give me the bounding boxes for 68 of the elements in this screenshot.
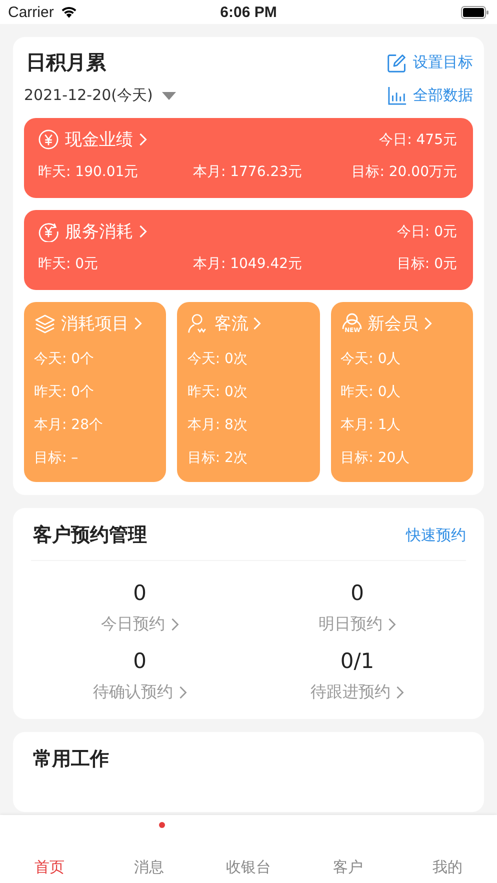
battery-icon (460, 6, 489, 18)
stat-line: 昨天: 0次 (187, 383, 248, 402)
card-title: 消耗项目 (61, 313, 129, 335)
chevron-icon (253, 317, 262, 330)
today-value: 今日: 0元 (396, 222, 457, 240)
stat-line: 本月: 8次 (187, 416, 248, 435)
section-title: 日积月累 (25, 49, 106, 76)
appointment-count: 0 (350, 581, 364, 605)
appointment-count: 0 (133, 649, 146, 673)
yesterday-value: 昨天: 190.01元 (38, 163, 140, 181)
card-title: 客流 (214, 313, 248, 335)
tab-item[interactable]: 我的 (432, 858, 462, 877)
revenue-card[interactable]: 服务消耗 今日: 0元 昨天: 0元 本月: 1049.42元 目标: 0元 (24, 210, 473, 290)
card-title: 服务消耗 (65, 221, 133, 243)
target-value: 目标: 0元 (396, 255, 457, 273)
appointment-link[interactable]: 今日预约 (100, 614, 179, 635)
stat-line: 今天: 0次 (187, 350, 248, 369)
stat-line: 今天: 0个 (34, 350, 96, 369)
chevron-icon (424, 317, 432, 330)
chevron-icon (139, 133, 147, 146)
stat-line: 今天: 0人 (340, 350, 402, 369)
section-title: 客户预约管理 (32, 523, 147, 548)
stat-line: 目标: 20人 (340, 449, 411, 468)
date-dropdown[interactable]: 2021-12-20(今天) (24, 86, 176, 105)
chevron-icon (178, 686, 187, 699)
target-value: 目标: 20.00万元 (350, 163, 457, 181)
chevron-icon (396, 686, 404, 699)
month-value: 本月: 1776.23元 (192, 163, 304, 181)
chevron-icon (170, 618, 179, 631)
appointment-link[interactable]: 待确认预约 (92, 682, 187, 703)
all-data-link[interactable]: 全部数据 (388, 86, 473, 105)
tab-item[interactable]: 消息 (134, 858, 164, 877)
appointment-count: 0/1 (340, 649, 374, 673)
tab-item[interactable]: 收银台 (226, 858, 272, 877)
month-value: 本月: 1049.42元 (192, 255, 304, 273)
stat-line: 昨天: 0人 (340, 383, 402, 402)
status-time: 6:06 PM (220, 4, 277, 20)
chevron-icon (134, 317, 142, 330)
appointment-link[interactable]: 待跟进预约 (310, 682, 404, 703)
carrier-name: Carrier (8, 4, 54, 20)
appointment-count: 0 (133, 581, 146, 605)
tab-item[interactable]: 首页 (34, 858, 65, 877)
yen-icon (38, 129, 59, 150)
revenue-card[interactable]: 现金业绩 今日: 475元 昨天: 190.01元 本月: 1776.23元 目标: 20.00万元 (24, 118, 473, 198)
quick-book-link[interactable]: 快速预约 (406, 526, 466, 544)
yesterday-value: 昨天: 0元 (38, 255, 100, 273)
bar-chart-icon (388, 86, 407, 105)
today-value: 今日: 475元 (379, 130, 457, 148)
stat-line: 昨天: 0个 (34, 383, 96, 402)
chevron-icon (388, 618, 396, 631)
set-goal-link[interactable]: 设置目标 (387, 52, 473, 72)
tab-item[interactable]: 客户 (332, 858, 363, 877)
stat-card[interactable]: 消耗项目 今天: 0个 昨天: 0个 本月: 28个 目标: – (24, 302, 166, 482)
wifi-icon (60, 5, 78, 19)
stat-line: 目标: 2次 (187, 449, 248, 468)
chevron-icon (139, 225, 147, 238)
caret-icon (162, 92, 176, 100)
edit-icon (387, 52, 407, 72)
section-title: 常用工作 (32, 747, 110, 772)
layers-icon (34, 314, 56, 334)
card-title: 新会员 (368, 313, 419, 335)
stat-line: 目标: – (34, 449, 80, 468)
stat-card[interactable]: 客流 今天: 0次 昨天: 0次 本月: 8次 目标: 2次 (177, 302, 320, 482)
stat-line: 本月: 28个 (34, 416, 104, 435)
card-title: 现金业绩 (65, 129, 133, 151)
yen-icon (38, 221, 59, 242)
appointment-link[interactable]: 明日预约 (318, 614, 396, 635)
stat-line: 本月: 1人 (340, 416, 402, 435)
